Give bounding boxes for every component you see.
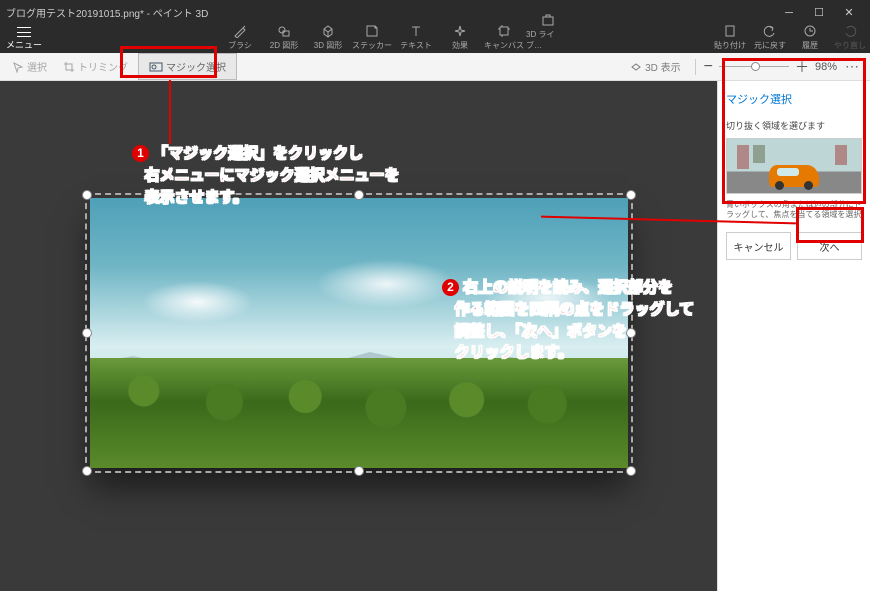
maximize-button[interactable]: ☐: [804, 6, 834, 19]
right-panel: マジック選択 切り抜く領域を選びます 青いボックスの角または辺の部分にドラッグし…: [717, 81, 870, 591]
brush-icon: [233, 24, 247, 38]
cancel-button[interactable]: キャンセル: [726, 232, 791, 260]
shapes-2d-icon: [277, 24, 291, 38]
window-title: ブログ用テスト20191015.png* - ペイント 3D: [6, 5, 774, 20]
zoom-in-button[interactable]: ＋: [795, 57, 809, 77]
ribbon-redo: やり直し: [830, 24, 870, 53]
annotation-1: 1「マジック選択」をクリックし 右メニューにマジック選択メニューを 表示させます…: [132, 143, 400, 208]
zoom-value: 98%: [815, 61, 837, 73]
ribbon-undo[interactable]: 元に戻す: [750, 24, 790, 53]
magic-select-tool[interactable]: マジック選択: [138, 53, 237, 80]
next-button[interactable]: 次へ: [797, 232, 862, 260]
zoom-out-button[interactable]: −: [704, 58, 713, 76]
panel-title: マジック選択: [726, 87, 862, 115]
ribbon-history[interactable]: 履歴: [790, 24, 830, 53]
more-button[interactable]: ⋯: [841, 58, 864, 75]
view-3d-toggle[interactable]: 3D 表示: [624, 56, 687, 77]
ribbon-effects[interactable]: 効果: [438, 24, 482, 53]
ribbon-paste[interactable]: 貼り付け: [710, 24, 750, 53]
ribbon-stickers[interactable]: ステッカー: [350, 24, 394, 53]
zoom-control: − ＋ 98%: [704, 57, 837, 77]
panel-preview: [726, 138, 862, 194]
panel-subtitle: 切り抜く領域を選びます: [726, 119, 862, 132]
ribbon-text[interactable]: テキスト: [394, 24, 438, 53]
close-button[interactable]: ✕: [834, 6, 864, 19]
text-icon: [409, 24, 423, 38]
ribbon-3d-library[interactable]: 3D ライブ…: [526, 13, 570, 53]
menu-button[interactable]: メニュー: [0, 25, 48, 53]
menu-label: メニュー: [6, 38, 42, 51]
crop-tool[interactable]: トリミング: [57, 56, 134, 77]
effects-icon: [453, 24, 467, 38]
shapes-3d-icon: [321, 24, 335, 38]
library-icon: [541, 13, 555, 27]
hamburger-icon: [17, 27, 31, 37]
minimize-button[interactable]: ─: [774, 7, 804, 19]
undo-icon: [763, 24, 777, 38]
ribbon-3d-shapes[interactable]: 3D 図形: [306, 24, 350, 53]
select-tool[interactable]: 選択: [6, 56, 53, 77]
sub-toolbar: 選択 トリミング マジック選択 3D 表示 − ＋ 98% ⋯: [0, 53, 870, 81]
ribbon-canvas[interactable]: キャンバス: [482, 24, 526, 53]
annotation-2: 2右上の説明を読み、選択部分を 作る範囲を四隅の点をドラッグして 調整し、「次へ…: [442, 277, 694, 364]
car-icon: [769, 165, 819, 187]
leader-line-1: [169, 80, 171, 144]
ribbon-brush[interactable]: ブラシ: [218, 24, 262, 53]
panel-description: 青いボックスの角または辺の部分にドラッグして、焦点を当てる領域を選択してください: [726, 200, 862, 222]
canvas-icon: [497, 24, 511, 38]
ribbon: メニュー ブラシ 2D 図形 3D 図形 ステッカー テキスト 効果 キャンバス…: [0, 25, 870, 53]
redo-icon: [843, 24, 857, 38]
titlebar: ブログ用テスト20191015.png* - ペイント 3D ─ ☐ ✕: [0, 0, 870, 25]
zoom-slider[interactable]: [719, 66, 789, 67]
sticker-icon: [365, 24, 379, 38]
ribbon-2d-shapes[interactable]: 2D 図形: [262, 24, 306, 53]
history-icon: [803, 24, 817, 38]
paste-icon: [723, 24, 737, 38]
